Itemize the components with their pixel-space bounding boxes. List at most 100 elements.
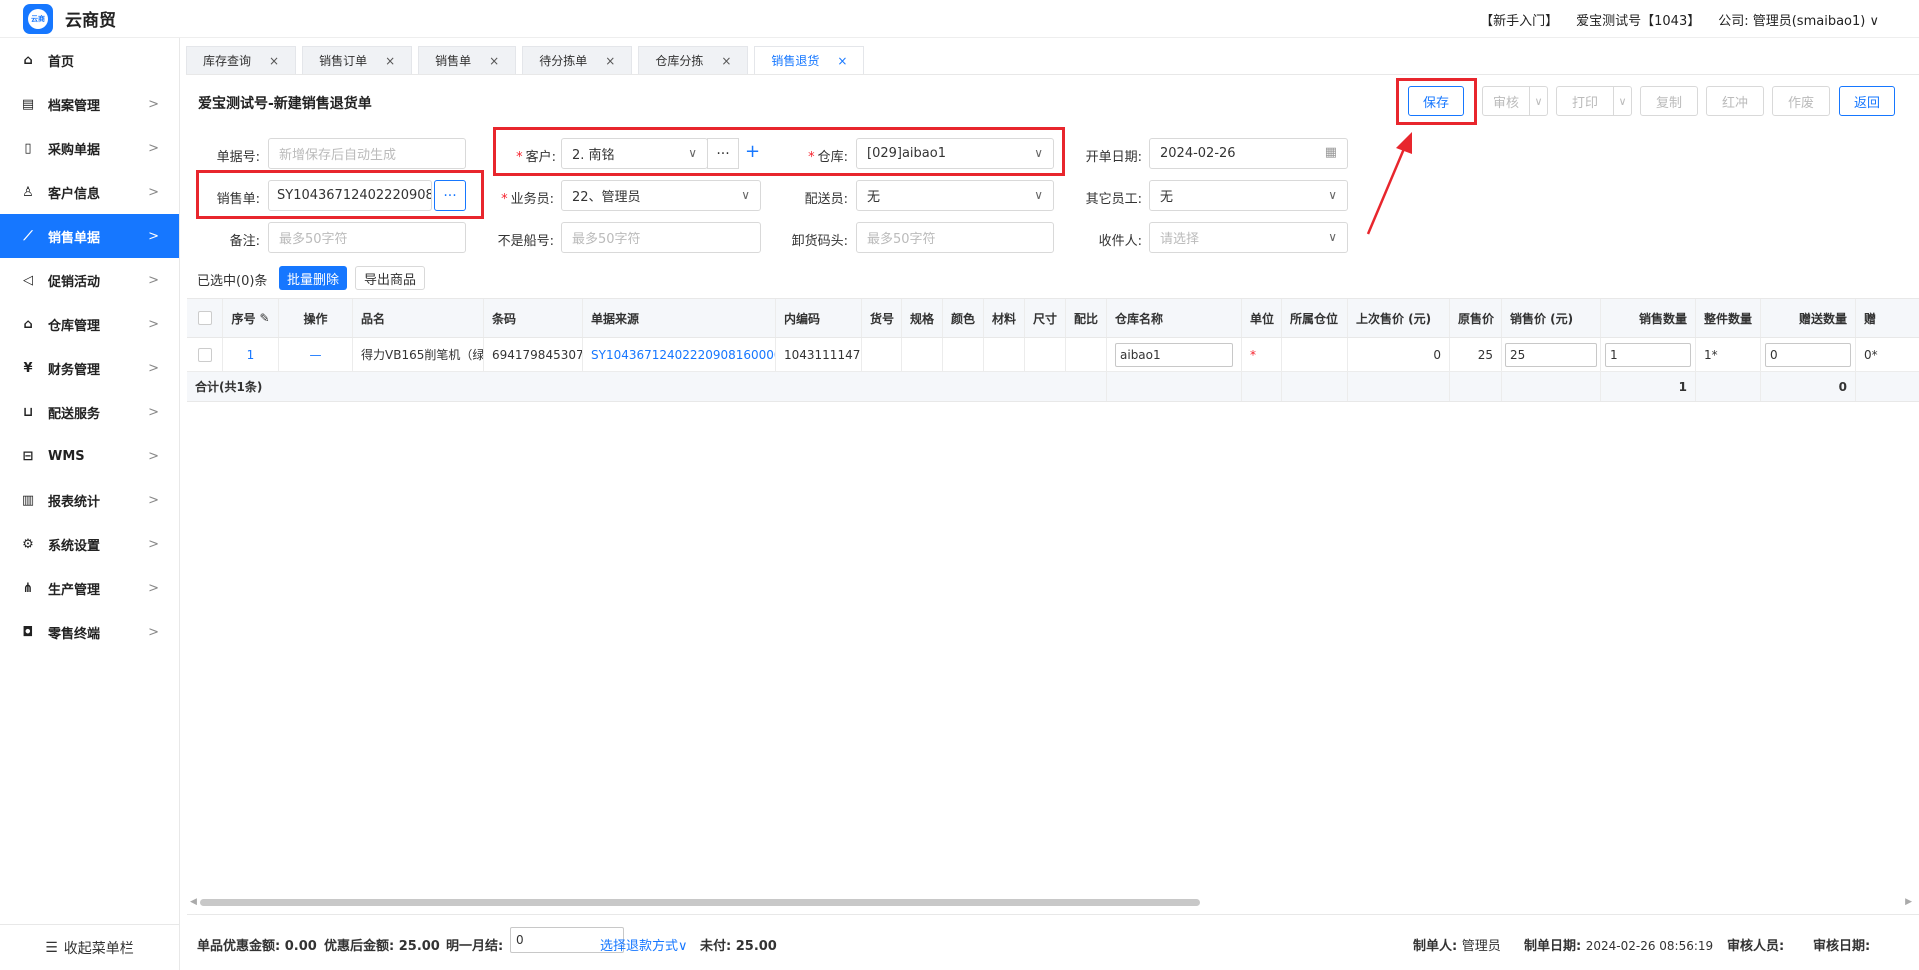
collapse-menu-button[interactable]: ☰ 收起菜单栏 (0, 924, 179, 970)
select-all-checkbox[interactable] (187, 299, 223, 337)
footer-bar: 单品优惠金额: 0.00 优惠后金额: 25.00 明一月结: 0 选择退款方式… (187, 914, 1919, 970)
row-material (984, 338, 1025, 371)
row-qty-input[interactable]: 1 (1605, 342, 1691, 367)
row-qty-cell: 1 (1601, 338, 1696, 371)
row-warehouse-cell: aibao1 (1107, 338, 1242, 371)
receiver-label: 收件人: (1098, 234, 1142, 249)
bag-icon: ◘ (22, 624, 34, 640)
col-size: 尺寸 (1025, 299, 1066, 337)
scroll-left-icon[interactable]: ◀ (190, 897, 197, 907)
sidebar-item-wms[interactable]: ⊟ WMS > (0, 434, 179, 478)
row-bin (1282, 338, 1348, 371)
salesman-select[interactable]: 22、管理员 ∨ (561, 180, 761, 211)
chevron-down-icon[interactable]: ∨ (1613, 87, 1631, 115)
tabs-divider (186, 74, 1919, 75)
sidebar-item-warehouse[interactable]: ⌂ 仓库管理 > (0, 302, 179, 346)
row-gift-qty-input[interactable]: 0 (1765, 342, 1851, 367)
unload-field[interactable]: 最多50字符 (856, 222, 1054, 253)
gear-icon: ⚙ (22, 536, 34, 552)
tab-sales-return[interactable]: 销售退货 × (754, 46, 865, 74)
highlight-box-sales-order (196, 170, 484, 219)
delivery-select[interactable]: 无 ∨ (856, 180, 1054, 211)
app-title: 云商贸 (65, 11, 116, 31)
refund-method-dropdown[interactable]: 选择退款方式∨ (600, 935, 688, 954)
sidebar-item-settings[interactable]: ⚙ 系统设置 > (0, 522, 179, 566)
account-name: 爱宝测试号【1043】 (1576, 14, 1701, 29)
row-price-cell: 25 (1502, 338, 1601, 371)
void-button[interactable]: 作废 (1772, 86, 1830, 116)
horizontal-scrollbar[interactable]: ◀ ▶ (190, 897, 1912, 907)
row-gift-qty-cell: 0 (1761, 338, 1856, 371)
chevron-right-icon: > (148, 96, 159, 112)
tab-sales-slip[interactable]: 销售单 × (418, 46, 517, 74)
tab-pending-sort[interactable]: 待分拣单 × (522, 46, 633, 74)
close-icon[interactable]: × (385, 54, 395, 68)
col-source: 单据来源 (583, 299, 776, 337)
summary-label: 合计(共1条) (187, 372, 1107, 401)
row-delete-button[interactable]: — (279, 338, 353, 371)
audit-button[interactable]: 审核 ∨ (1482, 86, 1548, 116)
close-icon[interactable]: × (837, 54, 847, 68)
other-staff-select[interactable]: 无 ∨ (1149, 180, 1348, 211)
remark-label: 备注: (229, 234, 260, 249)
company-menu[interactable]: 公司: 管理员(smaibao1) ∨ (1718, 10, 1879, 29)
red-reverse-button[interactable]: 红冲 (1706, 86, 1764, 116)
row-item-no (862, 338, 902, 371)
close-icon[interactable]: × (605, 54, 615, 68)
ship-no-label: 不是船号: (497, 234, 554, 249)
sidebar-item-home[interactable]: ⌂ 首页 (0, 38, 179, 82)
row-source-link[interactable]: SY1043671240222090816000028 (583, 338, 776, 371)
chevron-right-icon: > (148, 404, 159, 420)
col-item-no: 货号 (862, 299, 902, 337)
sidebar-item-delivery[interactable]: ⊔ 配送服务 > (0, 390, 179, 434)
unload-label: 卸货码头: (791, 234, 848, 249)
tab-inventory-query[interactable]: 库存查询 × (186, 46, 297, 74)
row-warehouse-input[interactable]: aibao1 (1115, 342, 1233, 367)
app-logo: 云商 (23, 3, 53, 34)
chevron-down-icon[interactable]: ∨ (1529, 87, 1547, 115)
copy-button[interactable]: 复制 (1640, 86, 1698, 116)
remark-field[interactable]: 最多50字符 (268, 222, 466, 253)
megaphone-icon: ◁ (23, 272, 33, 288)
scroll-right-icon[interactable]: ▶ (1905, 897, 1912, 907)
sidebar-item-reports[interactable]: ▥ 报表统计 > (0, 478, 179, 522)
highlight-box-save (1396, 78, 1477, 125)
sidebar-item-promotion[interactable]: ◁ 促销活动 > (0, 258, 179, 302)
sidebar-item-purchase[interactable]: ▯ 采购单据 > (0, 126, 179, 170)
close-icon[interactable]: × (269, 54, 279, 68)
row-price-input[interactable]: 25 (1505, 342, 1597, 367)
unpaid: 未付: 25.00 (700, 939, 777, 954)
doc-no-field[interactable]: 新增保存后自动生成 (268, 138, 466, 169)
tab-sales-order[interactable]: 销售订单 × (302, 46, 413, 74)
ship-no-field[interactable]: 最多50字符 (561, 222, 761, 253)
sidebar-item-sales[interactable]: ⟋ 销售单据 > (0, 214, 179, 258)
close-icon[interactable]: × (489, 54, 499, 68)
row-unit[interactable]: * (1242, 338, 1282, 371)
row-checkbox[interactable] (187, 338, 223, 371)
summary-qty: 1 (1601, 372, 1696, 401)
sidebar-item-customer[interactable]: ♙ 客户信息 > (0, 170, 179, 214)
scrollbar-thumb[interactable] (200, 899, 1200, 906)
sidebar-item-archive[interactable]: ▤ 档案管理 > (0, 82, 179, 126)
after-discount: 优惠后金额: 25.00 (324, 939, 440, 954)
close-icon[interactable]: × (721, 54, 731, 68)
annotation-arrow-line (1366, 143, 1408, 235)
back-button[interactable]: 返回 (1839, 86, 1895, 116)
receiver-select[interactable]: 请选择 ∨ (1149, 222, 1348, 253)
sidebar-item-finance[interactable]: ¥ 财务管理 > (0, 346, 179, 390)
export-products-button[interactable]: 导出商品 (355, 266, 426, 290)
calendar-icon[interactable]: ▦ (1325, 145, 1337, 160)
sidebar-item-retail[interactable]: ◘ 零售终端 > (0, 610, 179, 654)
print-button[interactable]: 打印 ∨ (1556, 86, 1632, 116)
annotation-arrow-head (1396, 132, 1412, 154)
chevron-right-icon: > (148, 624, 159, 640)
batch-delete-button[interactable]: 批量删除 (279, 266, 348, 290)
open-date-field[interactable]: 2024-02-26 ▦ (1149, 138, 1348, 169)
table-header: 序号 ✎ 操作 品名 条码 单据来源 内编码 货号 规格 颜色 材料 尺寸 配比 … (187, 298, 1919, 338)
guide-link[interactable]: 【新手入门】 (1480, 10, 1558, 29)
pin-icon[interactable]: ✎ (259, 311, 269, 325)
chevron-right-icon: > (148, 140, 159, 156)
chevron-right-icon: > (148, 184, 159, 200)
tab-warehouse-sort[interactable]: 仓库分拣 × (638, 46, 749, 74)
sidebar-item-production[interactable]: ⋔ 生产管理 > (0, 566, 179, 610)
